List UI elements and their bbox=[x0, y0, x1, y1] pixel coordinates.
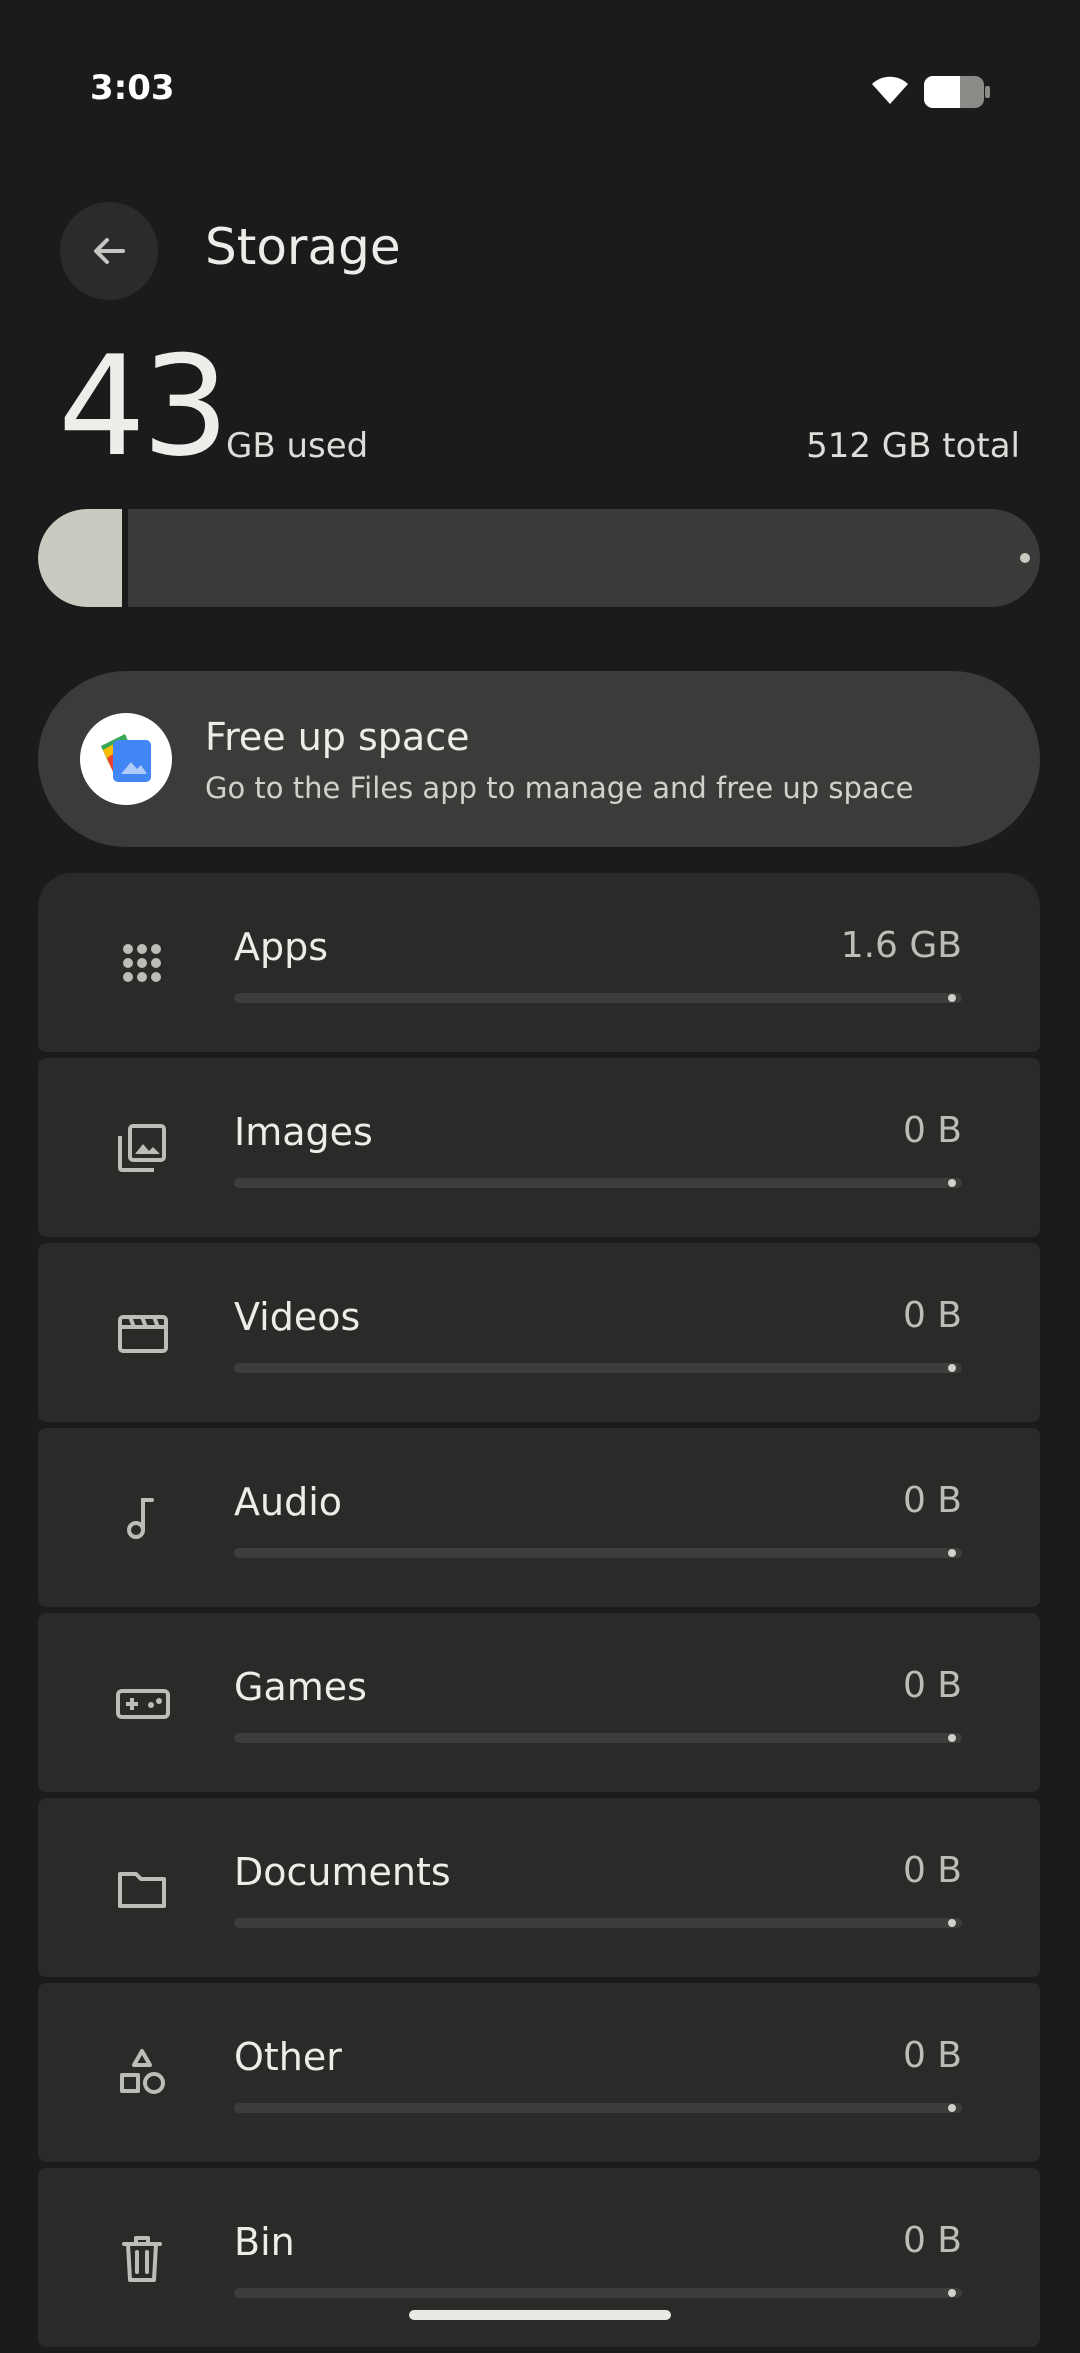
category-bar bbox=[234, 993, 962, 1003]
category-other[interactable]: Other 0 B bbox=[38, 1983, 1040, 2162]
category-documents[interactable]: Documents 0 B bbox=[38, 1798, 1040, 1977]
arrow-back-icon bbox=[94, 238, 125, 264]
storage-category-list: Apps 1.6 GB Images 0 B Videos 0 B Audio … bbox=[38, 873, 1040, 2353]
category-bar-end-dot bbox=[948, 1179, 956, 1187]
category-label: Bin bbox=[234, 2220, 295, 2264]
category-label: Videos bbox=[234, 1295, 361, 1339]
usage-end-dot bbox=[1020, 553, 1030, 563]
category-bar bbox=[234, 1918, 962, 1928]
usage-fill bbox=[38, 509, 123, 607]
battery-icon bbox=[924, 76, 990, 108]
category-bar-end-dot bbox=[948, 1364, 956, 1372]
movie-clapper-icon bbox=[118, 1315, 168, 1353]
category-bin[interactable]: Bin 0 B bbox=[38, 2168, 1040, 2347]
shapes-icon bbox=[120, 2049, 165, 2094]
category-size: 0 B bbox=[902, 1295, 962, 1336]
used-storage-value: 43 bbox=[58, 326, 230, 487]
total-storage-label: 512 GB total bbox=[806, 426, 1020, 466]
category-label: Games bbox=[234, 1665, 367, 1709]
wifi-icon bbox=[872, 76, 908, 104]
category-bar-end-dot bbox=[948, 1549, 956, 1557]
category-bar-end-dot bbox=[948, 2289, 956, 2297]
category-size: 0 B bbox=[902, 2220, 962, 2261]
category-label: Images bbox=[234, 1110, 373, 1154]
files-app-icon bbox=[80, 713, 172, 805]
category-bar-end-dot bbox=[948, 1734, 956, 1742]
category-audio[interactable]: Audio 0 B bbox=[38, 1428, 1040, 1607]
category-label: Other bbox=[234, 2035, 342, 2079]
free-up-space-card[interactable]: Free up space Go to the Files app to man… bbox=[38, 671, 1040, 847]
category-videos[interactable]: Videos 0 B bbox=[38, 1243, 1040, 1422]
image-library-icon bbox=[118, 1124, 166, 1172]
category-bar bbox=[234, 1363, 962, 1373]
music-note-icon bbox=[127, 1498, 154, 1539]
status-time: 3:03 bbox=[90, 68, 175, 108]
category-label: Documents bbox=[234, 1850, 451, 1894]
category-bar bbox=[234, 1733, 962, 1743]
category-size: 1.6 GB bbox=[840, 925, 962, 966]
status-bar: 3:03 bbox=[0, 0, 1080, 180]
usage-gap bbox=[122, 509, 129, 607]
category-label: Audio bbox=[234, 1480, 343, 1524]
home-indicator[interactable] bbox=[409, 2310, 671, 2320]
storage-usage-bar bbox=[38, 509, 1040, 607]
category-size: 0 B bbox=[902, 1850, 962, 1891]
free-up-space-title: Free up space bbox=[205, 715, 470, 759]
category-apps[interactable]: Apps 1.6 GB bbox=[38, 873, 1040, 1052]
category-bar bbox=[234, 1178, 962, 1188]
category-bar-end-dot bbox=[948, 994, 956, 1002]
back-button[interactable] bbox=[60, 202, 158, 300]
gamepad-icon bbox=[116, 1689, 170, 1719]
category-size: 0 B bbox=[902, 2035, 962, 2076]
page-title: Storage bbox=[205, 218, 401, 276]
category-bar-end-dot bbox=[948, 2104, 956, 2112]
free-up-space-subtitle: Go to the Files app to manage and free u… bbox=[205, 771, 914, 805]
category-bar bbox=[234, 2288, 962, 2298]
category-size: 0 B bbox=[902, 1480, 962, 1521]
category-size: 0 B bbox=[902, 1665, 962, 1706]
category-images[interactable]: Images 0 B bbox=[38, 1058, 1040, 1237]
category-bar bbox=[234, 2103, 962, 2113]
apps-grid-icon bbox=[123, 944, 161, 982]
category-bar bbox=[234, 1548, 962, 1558]
trash-icon bbox=[122, 2236, 162, 2282]
usage-track bbox=[38, 509, 1040, 607]
category-games[interactable]: Games 0 B bbox=[38, 1613, 1040, 1792]
category-label: Apps bbox=[234, 925, 329, 969]
folder-icon bbox=[118, 1872, 166, 1908]
category-bar-end-dot bbox=[948, 1919, 956, 1927]
used-storage-unit: GB used bbox=[226, 426, 369, 466]
category-size: 0 B bbox=[902, 1110, 962, 1151]
